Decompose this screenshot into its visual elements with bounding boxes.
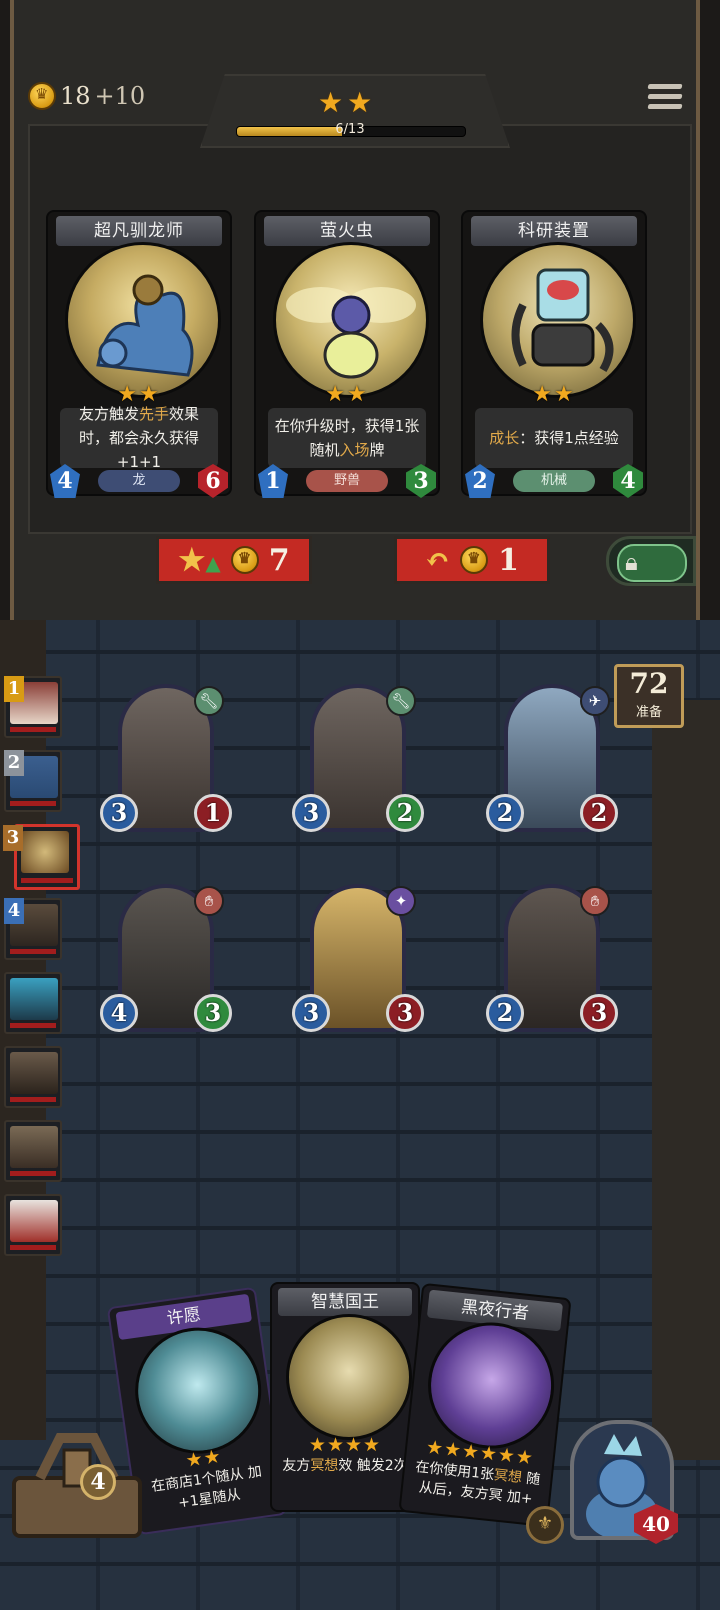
opponent-slot[interactable]: 2 — [4, 750, 62, 812]
opponent-slot-selected[interactable]: 3 — [3, 824, 80, 890]
opponent-health-bar — [10, 1171, 56, 1176]
opponent-health-bar — [10, 727, 56, 732]
board-minion[interactable]: ✋︎ 2 3 — [482, 884, 622, 1044]
shop-card[interactable]: 萤火虫 ★★ 在你升级时，获得1张随机入场牌 野兽 1 3 — [254, 210, 440, 498]
xp-progress-text: 6/13 — [335, 122, 365, 137]
dragon-wing-icon: ✈︎ — [580, 686, 610, 716]
minion-attack: 4 — [100, 994, 138, 1032]
dragon-tamer-art — [65, 242, 221, 398]
upgrade-tavern-button[interactable]: ★▲ 7 — [156, 536, 312, 584]
minion-health: 3 — [386, 994, 424, 1032]
opponent-rank: 1 — [4, 676, 24, 702]
cat-demon-portrait-icon — [10, 978, 58, 1020]
opponent-health-bar — [10, 1097, 56, 1102]
shop-card-attack: 1 — [258, 464, 288, 498]
firefly-art — [273, 242, 429, 398]
minion-health: 2 — [580, 794, 618, 832]
opponent-health-bar — [10, 801, 56, 806]
claw-icon: ✋︎ — [194, 886, 224, 916]
hand-card-stars: ★★★★ — [308, 1434, 382, 1456]
shop-card-health: 3 — [406, 464, 436, 498]
opponent-health-bar — [10, 949, 56, 954]
raccoon-portrait-icon — [10, 1126, 58, 1168]
board-minion[interactable]: 🔧︎ 3 2 — [288, 684, 428, 844]
minion-health: 1 — [194, 794, 232, 832]
shop-card-stars: ★★ — [532, 382, 576, 407]
research-device-art — [480, 242, 636, 398]
shop-card-tribe: 机械 — [513, 470, 595, 492]
wrench-icon: 🔧︎ — [386, 686, 416, 716]
opponent-health-bar — [21, 878, 73, 883]
hand-card[interactable]: 智慧国王 ★★★★ 友方冥想效 触发2次 — [270, 1282, 420, 1512]
gold-coin-icon — [230, 546, 259, 574]
opponent-slot[interactable]: 1 — [4, 676, 62, 738]
wrench-icon: 🔧︎ — [194, 686, 224, 716]
shop-card-stars: ★★ — [325, 382, 369, 407]
opponent-rank: 2 — [4, 750, 24, 776]
board-minion[interactable]: 🔧︎ 3 1 — [96, 684, 236, 844]
wise-king-art — [286, 1314, 412, 1440]
lock-shop-button[interactable]: 🔒︎ — [606, 536, 696, 586]
minion-attack: 3 — [292, 794, 330, 832]
refresh-arrow-icon: ↶ — [424, 542, 451, 578]
shop-card-tribe: 龙 — [98, 470, 180, 492]
shop-card-tribe: 野兽 — [306, 470, 388, 492]
shop-card-attack: 2 — [465, 464, 495, 498]
gold-coin-icon — [460, 546, 489, 574]
opponent-slot[interactable] — [4, 1194, 62, 1256]
opponent-slot[interactable]: 4 — [4, 898, 62, 960]
upgrade-cost: 7 — [268, 542, 290, 578]
claw-icon: ✋︎ — [580, 886, 610, 916]
bearded-man-portrait-icon — [10, 1052, 58, 1094]
opponent-rank: 3 — [3, 825, 23, 851]
gold-amount: 18 — [60, 82, 91, 110]
star-upgrade-icon: ★▲ — [178, 542, 221, 578]
minion-attack: 2 — [486, 994, 524, 1032]
lock-icon: 🔒︎ — [625, 548, 638, 576]
opponent-slot[interactable] — [4, 1046, 62, 1108]
shop-card[interactable]: 超凡驯龙师 ★★ 友方触发先手效果时，都会永久获得+1+1 龙 4 6 — [46, 210, 232, 498]
ready-countdown: 72 准备 — [614, 664, 684, 728]
minion-health: 3 — [194, 994, 232, 1032]
board-minion[interactable]: ✦ 3 3 — [288, 884, 428, 1044]
ready-countdown-number: 72 — [629, 667, 669, 700]
discover-chest[interactable] — [8, 1430, 146, 1540]
white-hair-portrait-icon — [10, 1200, 58, 1242]
minion-attack: 2 — [486, 794, 524, 832]
sparkle-icon: ✦ — [386, 886, 416, 916]
gold-income: +10 — [94, 82, 146, 110]
shop-card[interactable]: 科研装置 ★★ 成长：获得1点经验 机械 2 4 — [461, 210, 647, 498]
minion-health: 3 — [580, 994, 618, 1032]
night-walker-art — [421, 1316, 561, 1455]
shop-card-description: 友方触发先手效果时，都会永久获得+1+1 — [60, 405, 218, 471]
opponent-health-bar — [10, 1023, 56, 1028]
shop-card-health: 4 — [613, 464, 643, 498]
opponent-health-bar — [10, 1245, 56, 1250]
board-right-wall — [652, 700, 720, 1460]
opponent-slot[interactable] — [4, 972, 62, 1034]
board-minion[interactable]: ✋︎ 4 3 — [96, 884, 236, 1044]
minion-health: 2 — [386, 794, 424, 832]
opponent-slot[interactable] — [4, 1120, 62, 1182]
hamburger-menu-icon[interactable] — [647, 84, 683, 116]
board-minion[interactable]: ✈︎ 2 2 — [482, 684, 622, 844]
hand-card[interactable]: 黑夜行者 ★★★★★★ 在你使用1张冥想 随从后，友方冥 加+ — [398, 1282, 572, 1528]
refresh-cost: 1 — [498, 542, 519, 578]
discover-count: 4 — [80, 1464, 116, 1500]
shop-card-description: 在你升级时，获得1张随机入场牌 — [268, 408, 426, 468]
hero-power-icon[interactable]: ⚜ — [526, 1506, 564, 1544]
tavern-tier-stars: ★★ — [318, 86, 377, 119]
gold-display: 18 +10 — [28, 82, 145, 110]
refresh-shop-button[interactable]: ↶ 1 — [394, 536, 550, 584]
mech-portrait-icon — [21, 831, 69, 873]
minion-attack: 3 — [292, 994, 330, 1032]
shop-card-description: 成长：获得1点经验 — [475, 408, 633, 468]
hand-card-name: 智慧国王 — [278, 1288, 412, 1316]
ready-countdown-label: 准备 — [635, 705, 662, 720]
gold-coin-icon — [28, 82, 56, 110]
opponent-rank: 4 — [4, 898, 24, 924]
minion-attack: 3 — [100, 794, 138, 832]
hand-card-description: 友方冥想效 触发2次 — [282, 1458, 408, 1474]
